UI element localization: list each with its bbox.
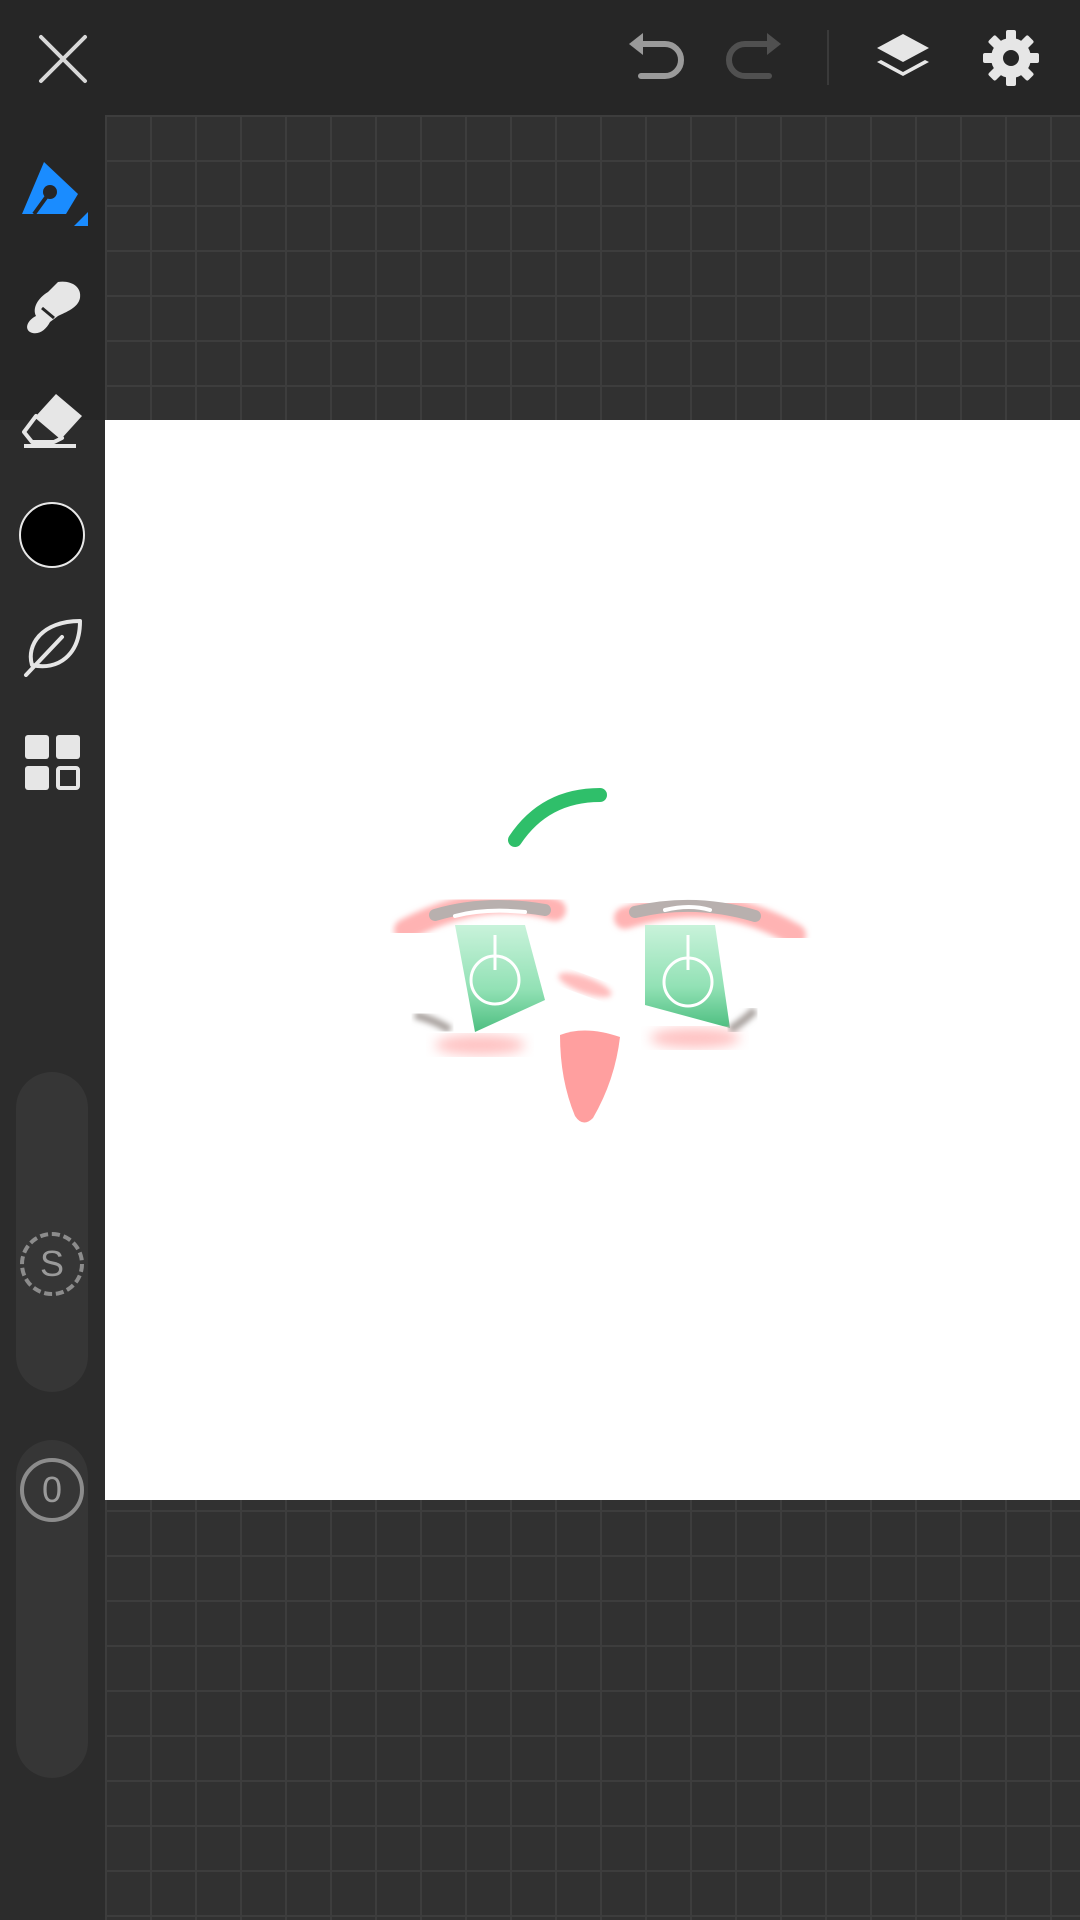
- eraser-icon[interactable]: [20, 392, 86, 448]
- grid-icon[interactable]: [25, 735, 81, 791]
- left-eye: [394, 891, 566, 1055]
- artwork-face: [394, 788, 806, 1123]
- brush-size-knob[interactable]: S: [20, 1232, 84, 1296]
- redo-icon[interactable]: [723, 30, 785, 84]
- opacity-slider[interactable]: 0: [16, 1440, 88, 1778]
- pen-icon[interactable]: [16, 158, 90, 230]
- close-icon[interactable]: [36, 32, 90, 86]
- smudge-icon[interactable]: [22, 278, 84, 338]
- leaf-icon[interactable]: [22, 615, 84, 677]
- gear-icon[interactable]: [981, 28, 1041, 88]
- layers-icon[interactable]: [873, 30, 933, 88]
- right-eye: [614, 895, 806, 1048]
- color-swatch[interactable]: [19, 502, 85, 568]
- opacity-knob[interactable]: 0: [20, 1458, 84, 1522]
- toolbar-divider: [827, 30, 829, 85]
- drawing-canvas[interactable]: [105, 420, 1080, 1500]
- brush-size-slider[interactable]: S: [16, 1072, 88, 1392]
- undo-icon[interactable]: [625, 30, 687, 84]
